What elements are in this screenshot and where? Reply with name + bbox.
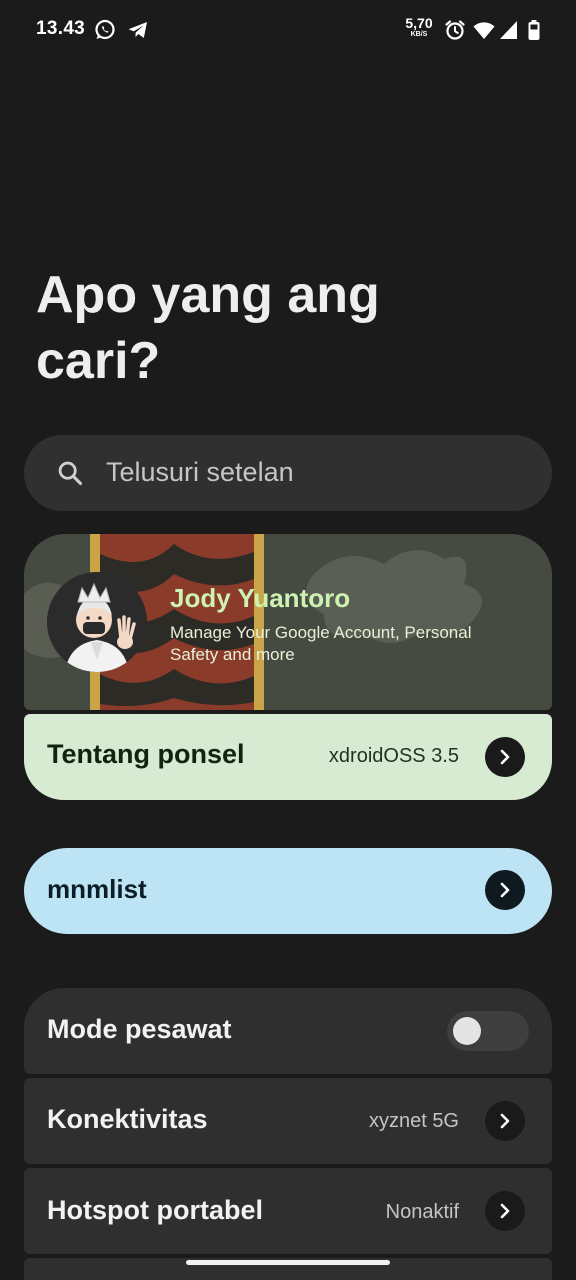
battery-icon [528,20,540,40]
airplane-mode-label: Mode pesawat [47,1014,232,1044]
mnmlist-label: mnmlist [47,874,147,904]
airplane-mode-toggle[interactable] [447,1011,529,1051]
about-phone-version: xdroidOSS 3.5 [328,745,459,767]
wifi-icon [473,22,495,39]
search-placeholder: Telusuri setelan [106,457,294,487]
signal-icon [500,21,517,39]
about-phone-chevron[interactable] [485,737,525,777]
gesture-navigation-bar[interactable] [186,1260,390,1265]
network-speed: 5,70 KB/S [402,16,436,38]
hotspot-chevron[interactable] [485,1191,525,1231]
account-name: Jody Yuantoro [170,583,351,613]
page-title: Apo yang ang cari? [36,266,380,390]
hotspot-value: Nonaktif [385,1201,459,1223]
alarm-icon [445,20,465,40]
telegram-icon [128,22,147,38]
chevron-right-icon [500,882,510,898]
connectivity-label: Konektivitas [47,1104,208,1134]
network-speed-unit: KB/S [410,31,428,38]
chevron-right-icon [500,1113,510,1129]
connectivity-chevron[interactable] [485,1101,525,1141]
chevron-right-icon [500,1203,510,1219]
search-icon [58,461,83,486]
mnmlist-chevron[interactable] [485,870,525,910]
about-phone-label: Tentang ponsel [47,739,245,769]
status-bar: 13.43 5,70 KB/S [0,0,576,60]
memoji-avatar [47,572,147,672]
toggle-knob [453,1017,481,1045]
avatar [47,572,147,672]
network-speed-value: 5,70 [405,15,433,31]
chevron-right-icon [500,749,510,765]
settings-screen: 13.43 5,70 KB/S Apo yang ang cari? Telus… [0,0,576,1280]
hotspot-label: Hotspot portabel [47,1195,263,1225]
connectivity-value: xyznet 5G [368,1110,459,1132]
whatsapp-icon [95,19,115,40]
account-subtitle: Manage Your Google Account, Personal Saf… [170,623,472,664]
status-time: 13.43 [36,18,86,39]
